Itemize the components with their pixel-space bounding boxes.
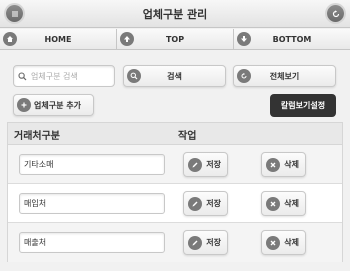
- column-header-action: 작업: [178, 131, 197, 142]
- search-icon: [127, 69, 141, 83]
- pencil-icon: [188, 236, 202, 250]
- arrow-down-icon: [237, 32, 251, 46]
- app-header: 업체구분 관리: [0, 0, 350, 28]
- save-label: 저장: [206, 238, 221, 247]
- nav-bar: HOME TOP BOTTOM: [0, 29, 350, 50]
- save-button[interactable]: 저장: [183, 191, 228, 216]
- column-settings-button[interactable]: 칼럼보기설정: [270, 94, 336, 117]
- column-header-type: 거래처구분: [14, 131, 60, 142]
- delete-label: 삭제: [284, 199, 299, 208]
- top-button[interactable]: TOP: [117, 29, 234, 49]
- view-all-label: 전체보기: [269, 71, 300, 81]
- save-label: 저장: [206, 160, 221, 169]
- bottom-button[interactable]: BOTTOM: [234, 29, 350, 49]
- type-name-input[interactable]: [19, 232, 165, 253]
- refresh-icon[interactable]: [327, 5, 344, 22]
- delete-button[interactable]: 삭제: [261, 191, 306, 216]
- save-button[interactable]: 저장: [183, 152, 228, 177]
- close-icon: [266, 236, 280, 250]
- search-input[interactable]: [31, 71, 111, 81]
- search-button-label: 검색: [167, 71, 182, 81]
- search-button[interactable]: 검색: [123, 65, 226, 87]
- menu-icon[interactable]: [6, 5, 23, 22]
- bottom-label: BOTTOM: [272, 34, 312, 44]
- table-row: 저장 삭제: [8, 223, 342, 262]
- close-icon: [266, 197, 280, 211]
- type-table: 거래처구분 작업 저장 삭제: [7, 122, 343, 262]
- table-header: 거래처구분 작업: [8, 123, 342, 145]
- add-type-label: 업체구분 추가: [34, 100, 81, 110]
- home-button[interactable]: HOME: [0, 29, 117, 49]
- delete-button[interactable]: 삭제: [261, 230, 306, 255]
- save-button[interactable]: 저장: [183, 230, 228, 255]
- page-title: 업체구분 관리: [142, 7, 208, 21]
- save-label: 저장: [206, 199, 221, 208]
- delete-label: 삭제: [284, 238, 299, 247]
- refresh-icon: [237, 69, 251, 83]
- table-body: 저장 삭제 저장 삭제: [8, 145, 342, 262]
- search-field[interactable]: [13, 65, 115, 87]
- close-icon: [266, 158, 280, 172]
- table-row: 저장 삭제: [8, 145, 342, 184]
- arrow-up-icon: [120, 32, 134, 46]
- home-label: HOME: [44, 34, 72, 44]
- delete-label: 삭제: [284, 160, 299, 169]
- type-name-input[interactable]: [19, 154, 165, 175]
- table-row: 저장 삭제: [8, 184, 342, 223]
- view-all-button[interactable]: 전체보기: [233, 65, 336, 87]
- pencil-icon: [188, 158, 202, 172]
- column-settings-label: 칼럼보기설정: [280, 101, 326, 110]
- plus-icon: [17, 98, 31, 112]
- home-icon: [3, 32, 17, 46]
- type-name-input[interactable]: [19, 193, 165, 214]
- delete-button[interactable]: 삭제: [261, 152, 306, 177]
- top-label: TOP: [165, 34, 185, 44]
- add-type-button[interactable]: 업체구분 추가: [13, 94, 94, 116]
- pencil-icon: [188, 197, 202, 211]
- search-icon: [18, 71, 27, 80]
